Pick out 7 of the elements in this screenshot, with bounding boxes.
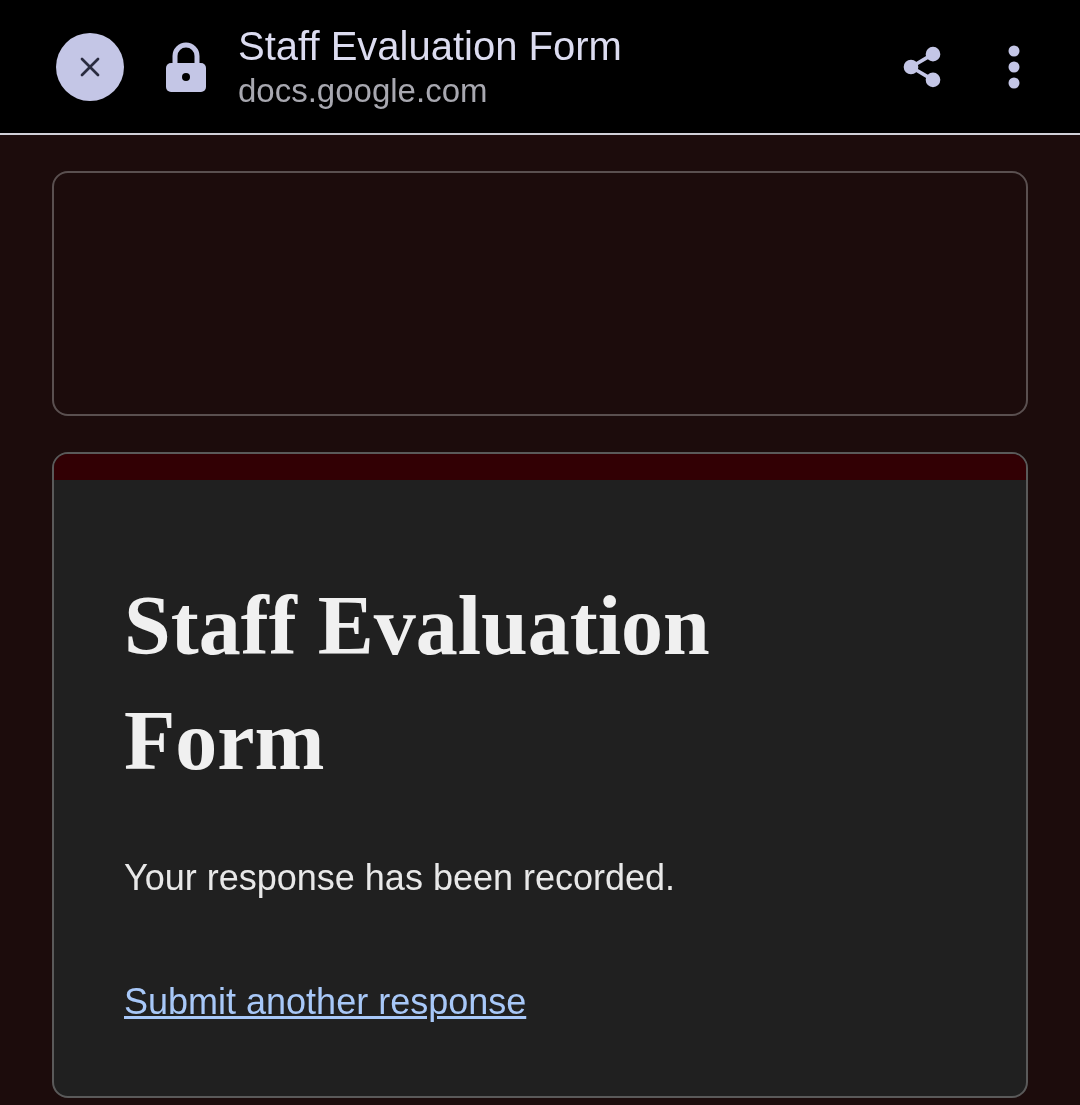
more-icon — [1008, 44, 1020, 89]
lock-icon — [166, 41, 206, 92]
page-url: docs.google.com — [238, 70, 489, 111]
page-title: Staff Evaluation Form — [238, 22, 623, 70]
submit-another-link[interactable]: Submit another response — [124, 980, 527, 1024]
form-title: Staff Evaluation Form — [124, 578, 711, 789]
confirmation-message: Your response has been recorded. — [124, 856, 677, 900]
